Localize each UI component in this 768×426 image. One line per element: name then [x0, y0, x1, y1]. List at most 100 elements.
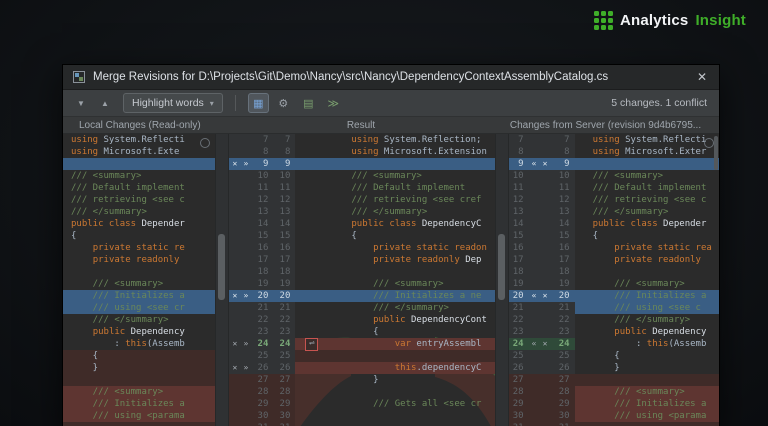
code-segment: using	[351, 147, 384, 157]
right-scrollbar-thumb[interactable]	[714, 136, 719, 170]
line-number: 26	[558, 363, 570, 373]
ignore-change-button[interactable]: ✕	[229, 290, 240, 302]
result-scrollbar-thumb[interactable]	[497, 234, 505, 300]
left-gutter-row: 13 13	[229, 206, 295, 218]
code-segment: /// <summary>	[71, 171, 142, 181]
code-segment: }	[592, 363, 620, 373]
ignore-change-button[interactable]: ✕	[229, 338, 240, 350]
apply-change-button[interactable]: «	[529, 338, 540, 350]
right-gutter-row: 29 29	[508, 398, 575, 410]
right-gutter-row: 27 27	[508, 374, 575, 386]
ignore-change-button[interactable]: ✕	[540, 158, 551, 170]
ignore-change-button[interactable]: ✕	[229, 362, 240, 374]
code-line: {	[575, 230, 719, 242]
line-number: 30	[558, 411, 570, 421]
code-segment: using	[592, 135, 626, 145]
result-scrollbar[interactable]	[494, 134, 509, 426]
apply-change-button[interactable]: »	[240, 338, 251, 350]
code-segment: /// <summary>	[592, 171, 664, 181]
code-segment: Depender	[141, 219, 185, 229]
line-number: 8	[262, 147, 269, 157]
line-number: 9	[518, 159, 524, 169]
code-line: /// using <see cr	[63, 302, 216, 314]
line-number: 12	[512, 195, 524, 205]
line-number: 19	[279, 279, 291, 289]
line-number: 25	[558, 351, 570, 361]
ignore-change-button[interactable]: ✕	[540, 338, 551, 350]
ignore-change-button[interactable]: ✕	[540, 290, 551, 302]
line-number: 12	[558, 195, 570, 205]
settings-button[interactable]: ⚙	[273, 93, 294, 113]
previous-change-button[interactable]: ▲	[95, 94, 115, 112]
code-line	[295, 158, 495, 170]
code-segment: using	[592, 147, 626, 157]
line-number: 28	[512, 387, 524, 397]
code-line	[574, 422, 720, 426]
code-line: }	[295, 374, 494, 386]
diff-columns-button[interactable]: ▤	[298, 93, 319, 113]
apply-change-button[interactable]: »	[240, 362, 251, 374]
close-button[interactable]: ✕	[695, 70, 709, 84]
left-gutter-row: 88	[229, 146, 295, 158]
code-line: private static re	[63, 242, 215, 254]
code-line: using System.Reflecti	[575, 134, 719, 146]
code-segment: .dependencyC	[416, 363, 482, 373]
code-segment: {	[351, 327, 379, 337]
code-line: private readonly Dep	[295, 254, 494, 266]
code-segment: :	[71, 339, 126, 349]
code-segment: using	[71, 135, 104, 145]
right-gutter-row: 77	[509, 134, 575, 146]
highlight-mode-dropdown[interactable]: Highlight words ▾	[123, 93, 223, 113]
left-scrollbar[interactable]	[215, 134, 230, 426]
right-gutter-row: 11 11	[509, 182, 575, 194]
server-changes-editor[interactable]: using System.Reflecti using Microsoft.Ext…	[574, 134, 720, 426]
line-number: 9	[262, 159, 269, 169]
left-gutter-row: 12 12	[229, 194, 295, 206]
code-segment: /// Default implement	[351, 183, 466, 193]
line-number: 13	[512, 207, 524, 217]
code-line: using System.Reflecti	[63, 134, 215, 146]
left-scrollbar-thumb[interactable]	[218, 234, 226, 300]
line-number: 29	[512, 399, 524, 409]
line-number: 13	[257, 207, 269, 217]
line-number: 24	[279, 339, 291, 349]
line-number: 15	[512, 231, 524, 241]
apply-nonconflicting-button[interactable]: ≫	[323, 93, 344, 113]
code-segment: /// retrieving <see cref	[351, 195, 482, 205]
resolve-conflict-icon[interactable]: ⇌	[305, 338, 319, 351]
line-number: 20	[257, 291, 269, 301]
ignore-change-button[interactable]: ✕	[229, 158, 240, 170]
code-segment: (Assemb	[668, 339, 707, 349]
right-gutter-row: 3131	[508, 422, 575, 426]
window-titlebar[interactable]: Merge Revisions for D:\Projects\Git\Demo…	[63, 65, 719, 90]
code-line	[295, 350, 495, 362]
line-number: 11	[558, 183, 570, 193]
apply-change-button[interactable]: «	[529, 158, 540, 170]
line-number: 15	[279, 231, 291, 241]
line-number: 13	[558, 207, 570, 217]
code-line: {	[63, 350, 216, 362]
code-line: /// <summary>	[295, 278, 494, 290]
apply-change-button[interactable]: «	[529, 290, 540, 302]
right-gutter-row: 20 «✕ 20	[508, 290, 575, 302]
code-segment: System.Reflecti	[625, 135, 707, 145]
viewer-mode-button[interactable]: ▦	[247, 93, 269, 113]
code-segment: {	[351, 231, 357, 241]
line-number: 29	[558, 399, 570, 409]
line-number: 17	[257, 255, 269, 265]
code-line: private readonly	[575, 254, 719, 266]
apply-change-button[interactable]: »	[240, 158, 251, 170]
code-line: public Dependency	[63, 326, 215, 338]
apply-change-button[interactable]: »	[240, 290, 251, 302]
code-segment: private readonly	[614, 255, 701, 265]
next-change-button[interactable]: ▼	[71, 94, 91, 112]
result-editor[interactable]: ⇌ using System.Reflection; using Microsof…	[295, 134, 495, 426]
arrow-up-icon: ▲	[101, 98, 109, 108]
code-line: /// using <parama	[574, 410, 720, 422]
left-gutter-row: 25 25	[229, 350, 295, 362]
local-changes-editor[interactable]: using System.Reflecti using Microsoft.Ext…	[63, 134, 216, 426]
code-segment: Microsoft.Extension	[383, 147, 487, 157]
